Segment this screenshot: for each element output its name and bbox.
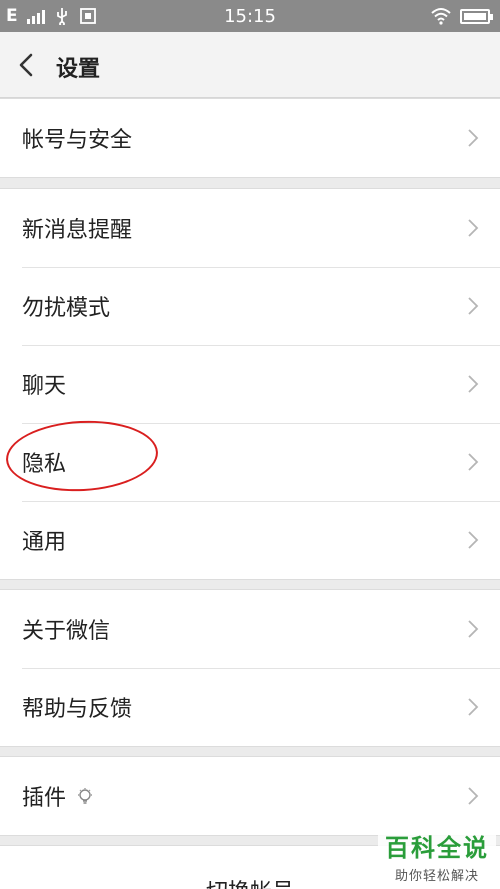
chevron-right-icon xyxy=(468,698,479,716)
status-bar: E 15:15 xyxy=(0,0,500,32)
menu-item-label: 插件 xyxy=(22,786,67,811)
wifi-icon xyxy=(431,8,451,25)
chevron-right-icon xyxy=(468,219,479,237)
menu-item-notifications[interactable]: 新消息提醒 xyxy=(0,189,500,267)
plugins-section: 插件 xyxy=(0,756,500,836)
menu-item-general[interactable]: 通用 xyxy=(0,501,500,579)
status-right xyxy=(430,0,493,32)
menu-item-privacy[interactable]: 隐私 xyxy=(0,423,500,501)
chevron-right-icon xyxy=(468,531,479,549)
chevron-right-icon xyxy=(468,297,479,315)
menu-item-do-not-disturb[interactable]: 勿扰模式 xyxy=(0,267,500,345)
settings-header: 设置 xyxy=(0,32,500,98)
clock: 15:15 xyxy=(224,6,276,27)
menu-item-label: 帐号与安全 xyxy=(22,128,133,153)
account-section: 帐号与安全 xyxy=(0,98,500,178)
watermark-logo: 百科全说 助你轻松解决 xyxy=(378,826,496,886)
menu-item-plugins[interactable]: 插件 xyxy=(0,757,500,835)
watermark-subtitle: 助你轻松解决 xyxy=(394,869,479,884)
menu-item-account-security[interactable]: 帐号与安全 xyxy=(0,99,500,177)
page-title: 设置 xyxy=(56,57,101,82)
lightbulb-icon xyxy=(78,788,93,804)
chevron-right-icon xyxy=(468,375,479,393)
menu-item-label: 勿扰模式 xyxy=(22,296,111,321)
menu-item-help-feedback[interactable]: 帮助与反馈 xyxy=(0,668,500,746)
chevron-right-icon xyxy=(468,129,479,147)
menu-item-about[interactable]: 关于微信 xyxy=(0,590,500,668)
menu-item-chat[interactable]: 聊天 xyxy=(0,345,500,423)
menu-item-label: 聊天 xyxy=(22,374,67,399)
battery-icon xyxy=(460,8,493,24)
about-section: 关于微信 帮助与反馈 xyxy=(0,589,500,747)
general-section: 新消息提醒 勿扰模式 聊天 隐私 通用 xyxy=(0,188,500,580)
menu-item-label: 隐私 xyxy=(22,452,67,477)
watermark-title: 百科全说 xyxy=(385,834,489,862)
back-arrow-icon[interactable] xyxy=(14,52,40,78)
menu-item-label: 通用 xyxy=(22,530,67,555)
chevron-right-icon xyxy=(468,620,479,638)
menu-item-label: 帮助与反馈 xyxy=(22,697,133,722)
menu-item-label: 新消息提醒 xyxy=(22,218,133,243)
chevron-right-icon xyxy=(468,787,479,805)
chevron-right-icon xyxy=(468,453,479,471)
menu-item-label: 关于微信 xyxy=(22,619,111,644)
